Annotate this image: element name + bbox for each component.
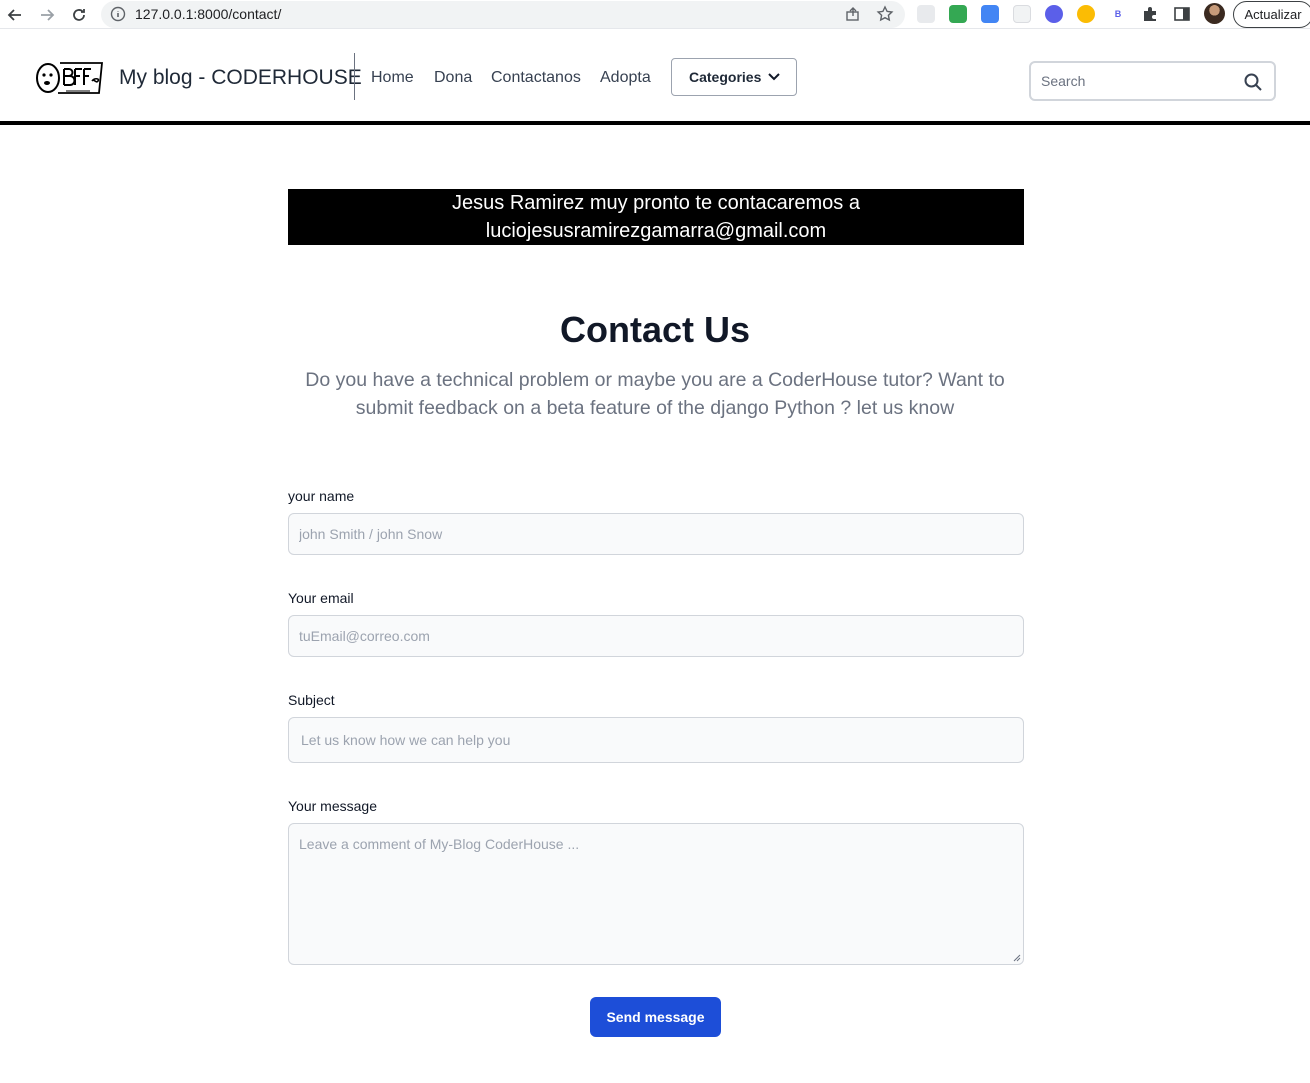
side-panel-icon[interactable]: [1173, 5, 1191, 23]
nav-link-adopta[interactable]: Adopta: [600, 69, 651, 87]
page-title: Contact Us: [559, 309, 751, 350]
contact-confirmation-alert: Jesus Ramirez muy pronto te contacaremos…: [288, 189, 1024, 245]
categories-label: Categories: [689, 69, 762, 85]
name-input[interactable]: [299, 514, 999, 554]
nav-link-home[interactable]: Home: [371, 69, 414, 87]
extension-grid-icon[interactable]: [1013, 5, 1031, 23]
extensions-puzzle-icon[interactable]: [1141, 5, 1159, 23]
search-box: [1029, 61, 1276, 101]
site-navbar: My blog - CODERHOUSE Home Dona Contactan…: [0, 29, 1310, 125]
email-field-wrapper: [288, 615, 1024, 657]
alert-line-1: Jesus Ramirez muy pronto te contacaremos…: [452, 192, 860, 214]
message-field-wrapper: [288, 823, 1024, 965]
extension-b-icon[interactable]: B: [1109, 5, 1127, 23]
subject-field-wrapper: [288, 717, 1024, 763]
nav-divider: [354, 53, 355, 100]
subject-input[interactable]: [301, 718, 1001, 762]
email-label: Your email: [288, 590, 354, 606]
email-input[interactable]: [299, 616, 999, 656]
message-label: Your message: [288, 798, 377, 814]
update-button[interactable]: Actualizar: [1233, 1, 1310, 28]
nav-link-dona[interactable]: Dona: [434, 69, 472, 87]
send-message-button[interactable]: Send message: [590, 997, 721, 1037]
message-textarea[interactable]: [299, 836, 999, 956]
extension-play-icon[interactable]: [1077, 5, 1095, 23]
categories-dropdown-button[interactable]: Categories: [671, 58, 797, 96]
search-input[interactable]: [1041, 70, 1231, 92]
search-icon[interactable]: [1243, 72, 1263, 92]
chevron-down-icon: [768, 73, 780, 81]
name-label: your name: [288, 488, 355, 504]
resize-handle-icon[interactable]: [1013, 954, 1021, 962]
name-field-wrapper: [288, 513, 1024, 555]
extension-gear-icon[interactable]: [1045, 5, 1063, 23]
bff-logo[interactable]: [34, 55, 108, 99]
url-text[interactable]: 127.0.0.1:8000/contact/: [135, 6, 281, 22]
address-bar[interactable]: 127.0.0.1:8000/contact/: [101, 1, 905, 28]
profile-avatar[interactable]: [1204, 3, 1225, 24]
extension-book-icon[interactable]: [917, 5, 935, 23]
bookmark-star-icon[interactable]: [876, 5, 894, 28]
extension-pen-icon[interactable]: [949, 5, 967, 23]
forward-icon[interactable]: [36, 4, 58, 26]
share-icon[interactable]: [845, 6, 861, 27]
brand-title[interactable]: My blog - CODERHOUSE: [119, 66, 362, 90]
alert-line-2: luciojesusramirezgamarra@gmail.com: [485, 220, 827, 242]
extension-translate-icon[interactable]: [981, 5, 999, 23]
subject-label: Subject: [288, 692, 335, 708]
nav-link-contactanos[interactable]: Contactanos: [491, 69, 581, 87]
site-info-icon[interactable]: [110, 6, 126, 27]
back-icon[interactable]: [4, 4, 26, 26]
reload-icon[interactable]: [68, 4, 90, 26]
browser-toolbar: 127.0.0.1:8000/contact/ B Actualizar: [0, 0, 1310, 29]
page-subtitle: Do you have a technical problem or maybe…: [305, 369, 1005, 419]
